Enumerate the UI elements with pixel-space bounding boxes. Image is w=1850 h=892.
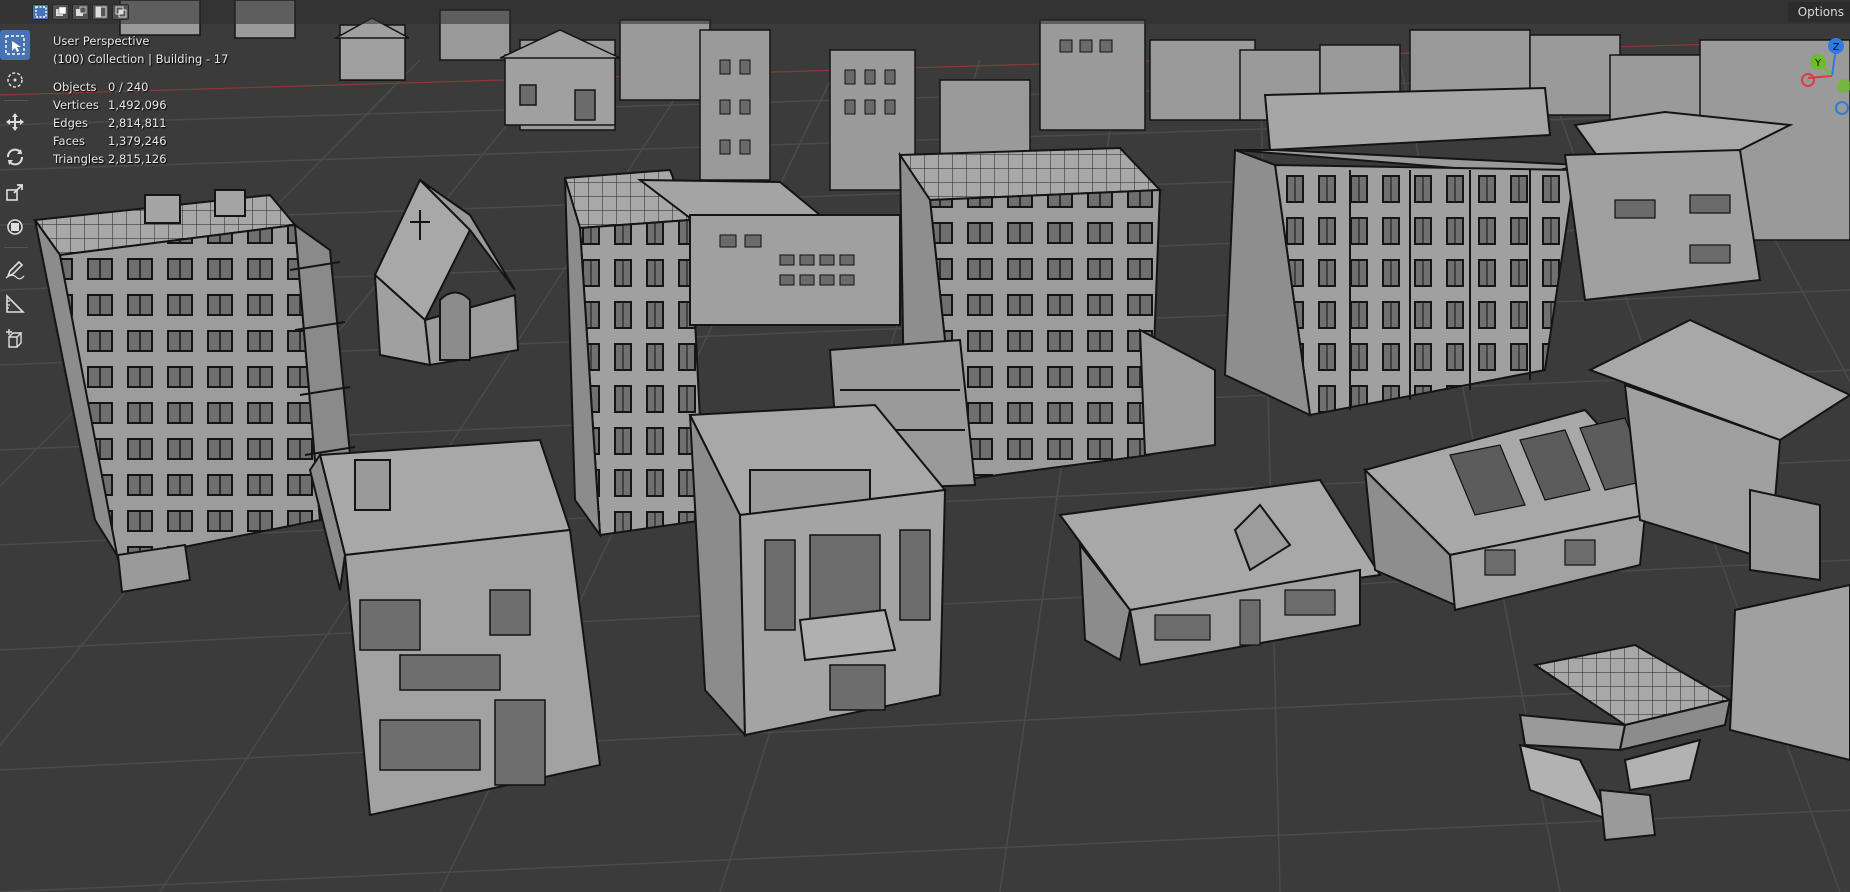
rotate-icon[interactable] xyxy=(0,142,30,172)
move-icon[interactable] xyxy=(0,107,30,137)
stat-row: Vertices 1,492,096 xyxy=(53,96,167,114)
intersect-icon[interactable] xyxy=(112,4,129,20)
navigation-gizmo[interactable]: Z Y xyxy=(1798,28,1850,118)
kiosk xyxy=(1518,643,1733,842)
stat-label: Objects xyxy=(53,80,97,94)
scene-statistics: Objects 0 / 240 Vertices 1,492,096 Edges 2,… xyxy=(53,78,167,168)
viewport-3d[interactable] xyxy=(0,0,1850,892)
stat-label: Edges xyxy=(53,116,88,130)
cursor-icon[interactable] xyxy=(0,65,30,95)
collection-info: (100) Collection | Building - 17 xyxy=(53,52,229,66)
select-mode-group xyxy=(32,4,129,20)
scale-icon[interactable] xyxy=(0,177,30,207)
stat-row: Faces 1,379,246 xyxy=(53,132,167,150)
stat-row: Edges 2,814,811 xyxy=(53,114,167,132)
select-box-icon[interactable] xyxy=(32,4,49,20)
stat-value: 0 / 240 xyxy=(108,80,149,94)
annotate-icon[interactable] xyxy=(0,254,30,284)
stat-row: Triangles 2,815,126 xyxy=(53,150,167,168)
gizmo-y-neg-axis[interactable] xyxy=(1837,79,1850,93)
measure-icon[interactable] xyxy=(0,289,30,319)
view-name: User Perspective xyxy=(53,34,150,48)
subtract-icon[interactable] xyxy=(72,4,89,20)
tool-separator xyxy=(4,100,28,101)
stat-value: 1,492,096 xyxy=(108,98,167,112)
transform-icon[interactable] xyxy=(0,212,30,242)
tool-separator xyxy=(4,247,28,248)
add-cube-icon[interactable] xyxy=(0,324,30,354)
options-button[interactable]: Options xyxy=(1787,2,1850,22)
building-g xyxy=(308,438,602,817)
building-b xyxy=(563,168,707,539)
house-j-solar xyxy=(1363,408,1677,612)
gizmo-z-label: Z xyxy=(1833,42,1840,53)
building-a xyxy=(33,189,357,594)
stat-value: 2,814,811 xyxy=(108,116,167,130)
stat-value: 1,379,246 xyxy=(108,134,167,148)
viewport-info: User Perspective (100) Collection | Buil… xyxy=(53,32,228,168)
gizmo-y-label: Y xyxy=(1814,58,1822,69)
gizmo-z-neg-axis[interactable] xyxy=(1835,101,1849,115)
select-box-tool-icon[interactable] xyxy=(0,30,30,60)
stat-label: Vertices xyxy=(53,98,99,112)
stat-row: Objects 0 / 240 xyxy=(53,78,167,96)
building-e xyxy=(1223,86,1581,417)
building-h xyxy=(688,403,947,738)
tool-shelf xyxy=(0,30,32,359)
gizmo-x-neg-axis[interactable] xyxy=(1801,73,1815,87)
extend-icon[interactable] xyxy=(52,4,69,20)
house-i xyxy=(1058,478,1382,667)
stat-value: 2,815,126 xyxy=(108,152,167,166)
invert-icon[interactable] xyxy=(92,4,109,20)
stat-label: Faces xyxy=(53,134,85,148)
header-bar: Options xyxy=(0,0,1850,24)
stat-label: Triangles xyxy=(53,152,105,166)
